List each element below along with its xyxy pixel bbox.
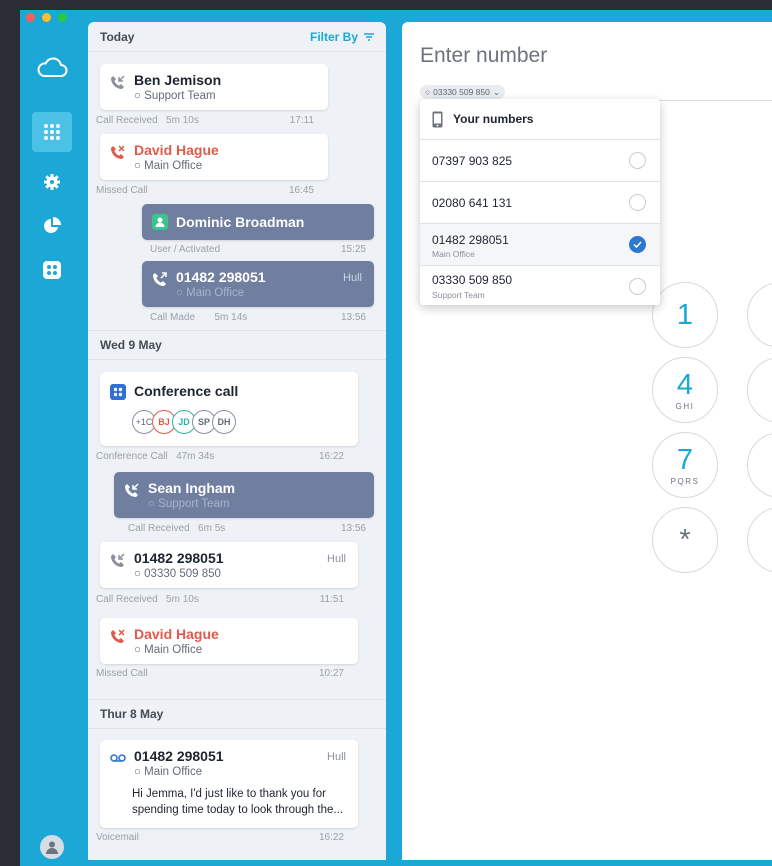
contact-name: David Hague [134, 142, 219, 158]
contact-name: Dominic Broadman [176, 214, 305, 230]
avatar: DH [212, 410, 236, 434]
key-7[interactable]: 7 PQRS [652, 432, 718, 498]
call-meta: Call Received 5m 10s 11:51 [96, 594, 344, 605]
check-icon[interactable] [629, 236, 646, 253]
contact-name: Ben Jemison [134, 72, 222, 88]
filter-icon [364, 32, 374, 41]
gear-icon[interactable] [32, 162, 72, 202]
number-option[interactable]: 02080 641 131 [420, 182, 660, 224]
list-item[interactable]: 01482 298051 ○ Main Office Hull Hi Jemma… [100, 740, 358, 828]
contact-group: ○ Main Office [134, 160, 203, 172]
contact-group: ○ Support Team [134, 90, 216, 102]
contact-group: ○ Main Office [176, 287, 245, 299]
pie-chart-icon[interactable] [32, 206, 72, 246]
contact-name: Sean Ingham [148, 480, 236, 496]
call-meta: Call Made 5m 14s 13:56 [150, 312, 366, 323]
contact-name: 01482 298051 [134, 550, 224, 566]
phone-icon [432, 111, 443, 127]
list-item[interactable]: David Hague ○ Main Office [100, 618, 358, 664]
number-option[interactable]: 03330 509 850 Support Team [420, 266, 660, 305]
call-meta: User / Activated 15:25 [150, 244, 366, 255]
call-history-panel: Today Filter By Ben Jemison ○ Support Te… [88, 22, 386, 860]
dropdown-title: Your numbers [453, 112, 534, 126]
location-label: Hull [327, 751, 346, 763]
cloud-icon: ○ [425, 87, 431, 97]
dialpad-icon[interactable] [32, 112, 72, 152]
filter-button[interactable]: Filter By [310, 30, 374, 44]
key-4[interactable]: 4 GHI [652, 357, 718, 423]
your-numbers-dropdown: Your numbers 07397 903 825 02080 641 131… [420, 99, 660, 305]
call-meta: Missed Call 16:45 [96, 185, 314, 196]
radio-button[interactable] [629, 194, 646, 211]
key-8[interactable]: 8T [747, 432, 772, 498]
contact-name: David Hague [134, 626, 219, 642]
key-5[interactable]: 5J [747, 357, 772, 423]
radio-button[interactable] [629, 278, 646, 295]
profile-icon[interactable] [40, 835, 64, 859]
selected-number: 03330 509 850 [433, 87, 490, 97]
voicemail-icon [110, 754, 126, 762]
call-meta: Call Received 6m 5s 13:56 [128, 523, 366, 534]
contact-group: ○ Support Team [148, 498, 230, 510]
contact-name: 01482 298051 [176, 269, 266, 285]
call-meta: Call Received 5m 10s 17:11 [96, 115, 314, 126]
cloud-icon[interactable] [32, 48, 72, 88]
list-item[interactable]: David Hague ○ Main Office [100, 134, 328, 180]
outgoing-call-icon [153, 272, 167, 286]
app-window: Today Filter By Ben Jemison ○ Support Te… [20, 10, 772, 866]
location-label: Hull [327, 553, 346, 565]
dropdown-header: Your numbers [420, 99, 660, 140]
chevron-down-icon: ⌄ [492, 86, 500, 97]
missed-call-icon [111, 629, 125, 643]
participant-avatars: +1C BJ JD SP DH [132, 410, 236, 434]
radio-button[interactable] [629, 152, 646, 169]
incoming-call-icon [111, 553, 125, 567]
sidebar [20, 20, 84, 866]
incoming-call-icon [125, 483, 139, 497]
dialer-panel: Enter number ○ 03330 509 850 ⌄ 1 2A 4GHI… [402, 22, 772, 860]
contact-group: ○ 03330 509 850 [134, 568, 221, 580]
key-star[interactable]: * [652, 507, 718, 573]
contact-name: 01482 298051 [134, 748, 224, 764]
list-header: Today Filter By [88, 22, 386, 52]
missed-call-icon [111, 145, 125, 159]
list-item[interactable]: Ben Jemison ○ Support Team [100, 64, 328, 110]
incoming-call-icon [111, 75, 125, 89]
key-2[interactable]: 2A [747, 282, 772, 348]
contact-name: Conference call [134, 383, 239, 399]
key-1[interactable]: 1 [652, 282, 718, 348]
day-header: Wed 9 May [88, 330, 386, 360]
contact-group: ○ Main Office [134, 644, 203, 656]
list-item[interactable]: Dominic Broadman [142, 204, 374, 240]
caller-id-selector[interactable]: ○ 03330 509 850 ⌄ [420, 85, 505, 99]
number-option[interactable]: 07397 903 825 [420, 140, 660, 182]
contact-group: ○ Main Office [134, 766, 203, 778]
day-header: Thur 8 May [88, 699, 386, 729]
list-item[interactable]: Sean Ingham ○ Support Team [114, 472, 374, 518]
conference-icon [110, 384, 126, 400]
list-item[interactable]: 01482 298051 ○ 03330 509 850 Hull [100, 542, 358, 588]
call-meta: Conference Call 47m 34s 16:22 [96, 451, 344, 462]
number-input[interactable]: Enter number [420, 44, 547, 68]
call-meta: Voicemail 16:22 [96, 832, 344, 843]
location-label: Hull [343, 272, 362, 284]
conference-icon[interactable] [32, 250, 72, 290]
user-icon [152, 214, 168, 230]
list-item[interactable]: Conference call +1C BJ JD SP DH [100, 372, 358, 446]
voicemail-preview: Hi Jemma, I'd just like to thank you for… [132, 788, 343, 816]
list-title: Today [100, 29, 135, 44]
list-item[interactable]: 01482 298051 ○ Main Office Hull [142, 261, 374, 307]
number-option[interactable]: 01482 298051 Main Office [420, 224, 660, 266]
filter-label: Filter By [309, 29, 358, 44]
call-meta: Missed Call 10:27 [96, 668, 344, 679]
key-0[interactable]: 0 [747, 507, 772, 573]
